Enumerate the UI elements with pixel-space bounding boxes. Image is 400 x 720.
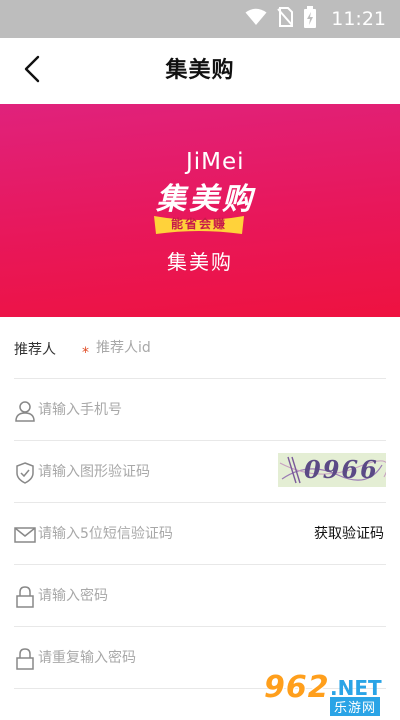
- password-confirm-input[interactable]: [38, 646, 368, 670]
- referrer-row: 推荐人 *: [14, 317, 386, 379]
- status-icons: 11:21: [245, 0, 386, 38]
- nav-bar: 集美购: [0, 38, 400, 104]
- referrer-id-input[interactable]: [96, 336, 376, 360]
- chevron-left-icon: [22, 54, 42, 88]
- image-code-row: 0966: [14, 441, 386, 503]
- password-row: [14, 565, 386, 627]
- no-sim-icon: [277, 7, 294, 31]
- get-sms-code-button[interactable]: 获取验证码: [314, 523, 384, 543]
- wifi-icon: [245, 8, 267, 30]
- status-time: 11:21: [331, 8, 386, 30]
- logo-chinese-text: 集美购: [156, 182, 255, 217]
- banner-app-name: 集美购: [167, 250, 233, 274]
- watermark-cn: 乐游网: [330, 697, 381, 716]
- banner: JiMei 集美购 能省会赚 集美购: [0, 104, 400, 317]
- sms-code-input[interactable]: [38, 522, 278, 546]
- phone-input[interactable]: [38, 398, 368, 422]
- phone-row: [14, 379, 386, 441]
- logo-slogan: 能省会赚: [170, 217, 227, 231]
- page-title: 集美购: [165, 58, 235, 83]
- sms-code-row: 获取验证码: [14, 503, 386, 565]
- status-bar: 11:21: [0, 0, 400, 38]
- required-mark: *: [82, 345, 89, 361]
- user-icon: [14, 399, 36, 423]
- battery-charging-icon: [303, 6, 317, 32]
- referrer-label: 推荐人: [14, 342, 56, 358]
- shield-check-icon: [14, 461, 36, 485]
- logo-latin-text: JiMei: [186, 149, 245, 175]
- captcha-image[interactable]: 0966: [278, 453, 386, 487]
- site-watermark: 962 .NET 乐游网: [260, 670, 390, 716]
- envelope-icon: [14, 523, 36, 547]
- password-input[interactable]: [38, 584, 368, 608]
- lock-icon: [14, 647, 36, 671]
- captcha-text: 0966: [304, 455, 379, 484]
- back-button[interactable]: [12, 53, 52, 89]
- lock-icon: [14, 585, 36, 609]
- image-code-input[interactable]: [38, 460, 268, 484]
- watermark-digits: 962: [264, 670, 330, 705]
